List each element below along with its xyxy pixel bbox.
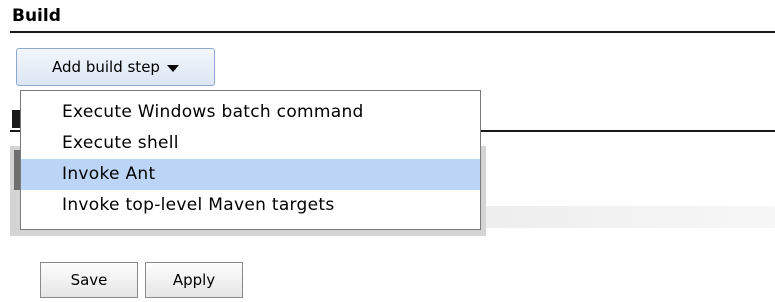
- section-divider: [10, 31, 775, 33]
- obscured-section-title: [12, 110, 20, 128]
- menu-item-maven-targets[interactable]: Invoke top-level Maven targets: [21, 190, 480, 221]
- build-step-menu: Execute Windows batch command Execute sh…: [20, 90, 481, 230]
- save-button[interactable]: Save: [40, 262, 138, 298]
- menu-item-windows-batch[interactable]: Execute Windows batch command: [21, 97, 480, 128]
- add-build-step-button[interactable]: Add build step: [16, 48, 215, 86]
- section-title: Build: [12, 6, 61, 26]
- menu-item-execute-shell[interactable]: Execute shell: [21, 128, 480, 159]
- apply-button[interactable]: Apply: [145, 262, 243, 298]
- dropdown-caret-icon: [166, 64, 179, 72]
- menu-item-invoke-ant[interactable]: Invoke Ant: [21, 159, 480, 190]
- obscured-strip: [486, 206, 775, 228]
- add-build-step-label: Add build step: [52, 58, 160, 76]
- build-config-page: Build Add build step Execute Windows bat…: [0, 0, 775, 302]
